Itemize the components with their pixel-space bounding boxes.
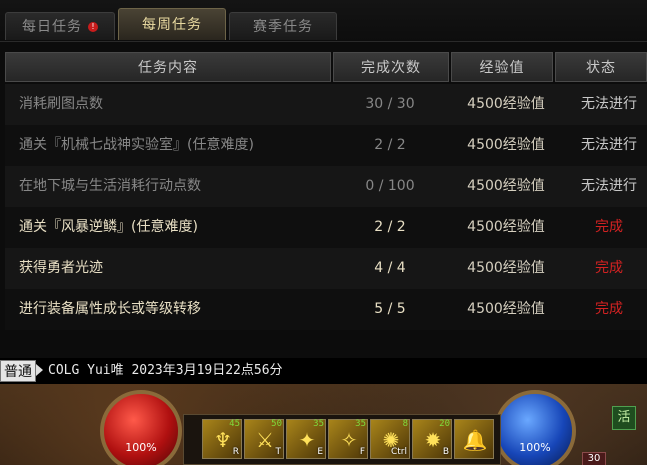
- task-status: 无法进行: [581, 178, 637, 194]
- header-exp: 经验值: [451, 52, 553, 82]
- skill-slot-1[interactable]: ♆ 45 R: [202, 419, 242, 459]
- mp-label: 100%: [519, 441, 551, 454]
- hp-orb: 100%: [100, 390, 182, 465]
- chat-arrow-icon[interactable]: [36, 364, 43, 376]
- task-status: 完成: [595, 301, 623, 317]
- task-exp: 4500经验值: [467, 260, 545, 276]
- chat-message: COLG Yui唯 2023年3月19日22点56分: [48, 363, 283, 378]
- skill-slot-2[interactable]: ⚔ 50 T: [244, 419, 284, 459]
- header-task-content: 任务内容: [5, 52, 331, 82]
- task-status: 完成: [595, 260, 623, 276]
- skill-level: 35: [355, 419, 366, 429]
- table-row[interactable]: 在地下城与生活消耗行动点数 0 / 100 4500经验值 无法进行: [5, 166, 647, 207]
- task-exp: 4500经验值: [467, 301, 545, 317]
- side-activity-button[interactable]: 活: [612, 406, 636, 430]
- chat-line: 普通 COLG Yui唯 2023年3月19日22点56分: [0, 358, 647, 384]
- skill-level: 35: [313, 419, 324, 429]
- chat-channel-button[interactable]: 普通: [0, 360, 36, 382]
- skill-slot-6[interactable]: ✹ 20 B: [412, 419, 452, 459]
- tab-daily[interactable]: 每日任务!: [5, 12, 115, 40]
- tab-weekly-label: 每周任务: [142, 17, 202, 33]
- task-count: 30 / 30: [365, 96, 415, 112]
- task-table: 任务内容 完成次数 经验值 状态 消耗刷图点数 30 / 30 4500经验值 …: [5, 52, 647, 330]
- table-row[interactable]: 进行装备属性成长或等级转移 5 / 5 4500经验值 完成: [5, 289, 647, 330]
- table-row[interactable]: 通关『机械七战神实验室』(任意难度) 2 / 2 4500经验值 无法进行: [5, 125, 647, 166]
- table-row[interactable]: 通关『风暴逆鳞』(任意难度) 2 / 2 4500经验值 完成: [5, 207, 647, 248]
- task-exp: 4500经验值: [467, 96, 545, 112]
- task-name: 通关『机械七战神实验室』(任意难度): [19, 137, 254, 153]
- skill-slot-3[interactable]: ✦ 35 E: [286, 419, 326, 459]
- task-count: 0 / 100: [365, 178, 415, 194]
- header-status: 状态: [555, 52, 647, 82]
- skill-hotkey: Ctrl: [390, 447, 407, 457]
- task-status: 无法进行: [581, 96, 637, 112]
- tab-daily-label: 每日任务: [22, 19, 82, 35]
- task-exp: 4500经验值: [467, 219, 545, 235]
- task-status: 无法进行: [581, 137, 637, 153]
- claw-skill-icon: ✧: [340, 428, 358, 452]
- tab-bar: 每日任务! 每周任务 赛季任务: [0, 0, 647, 42]
- hp-label: 100%: [125, 441, 157, 454]
- task-name: 获得勇者光迹: [19, 260, 103, 276]
- table-row[interactable]: 消耗刷图点数 30 / 30 4500经验值 无法进行: [5, 84, 647, 125]
- hud-bar: 100% 100% ♆ 45 R ⚔ 50 T ✦ 35 E ✧ 35 F ✺ …: [0, 384, 647, 465]
- corner-counter: 30: [582, 452, 606, 465]
- skill-hotkey: B: [442, 447, 449, 457]
- task-count: 5 / 5: [374, 301, 406, 317]
- mp-orb: 100%: [494, 390, 576, 465]
- skill-bar: ♆ 45 R ⚔ 50 T ✦ 35 E ✧ 35 F ✺ 8 Ctrl ✹ 2…: [183, 414, 501, 465]
- task-name: 在地下城与生活消耗行动点数: [19, 178, 201, 194]
- task-name: 通关『风暴逆鳞』(任意难度): [19, 219, 198, 235]
- skill-slot-5[interactable]: ✺ 8 Ctrl: [370, 419, 410, 459]
- task-name: 消耗刷图点数: [19, 96, 103, 112]
- table-row[interactable]: 获得勇者光迹 4 / 4 4500经验值 完成: [5, 248, 647, 289]
- task-count: 4 / 4: [374, 260, 406, 276]
- skill-level: 50: [271, 419, 282, 429]
- alert-badge-icon: !: [88, 22, 98, 32]
- task-count: 2 / 2: [374, 137, 406, 153]
- skill-hotkey: T: [275, 447, 282, 457]
- task-status: 完成: [595, 219, 623, 235]
- skill-slot-7[interactable]: 🔔: [454, 419, 494, 459]
- skill-hotkey: F: [359, 447, 365, 457]
- skill-hotkey: R: [232, 447, 239, 457]
- task-name: 进行装备属性成长或等级转移: [19, 301, 201, 317]
- task-exp: 4500经验值: [467, 137, 545, 153]
- skill-slot-4[interactable]: ✧ 35 F: [328, 419, 368, 459]
- skill-level: 8: [402, 419, 408, 429]
- tab-season-label: 赛季任务: [253, 19, 313, 35]
- table-header: 任务内容 完成次数 经验值 状态: [5, 52, 647, 82]
- tab-season[interactable]: 赛季任务: [229, 12, 337, 40]
- bell-skill-icon: 🔔: [462, 428, 488, 452]
- task-count: 2 / 2: [374, 219, 406, 235]
- skill-level: 20: [439, 419, 450, 429]
- task-exp: 4500经验值: [467, 178, 545, 194]
- skill-hotkey: E: [317, 447, 323, 457]
- header-completion-count: 完成次数: [333, 52, 449, 82]
- tab-weekly[interactable]: 每周任务: [118, 8, 226, 40]
- skill-level: 45: [229, 419, 240, 429]
